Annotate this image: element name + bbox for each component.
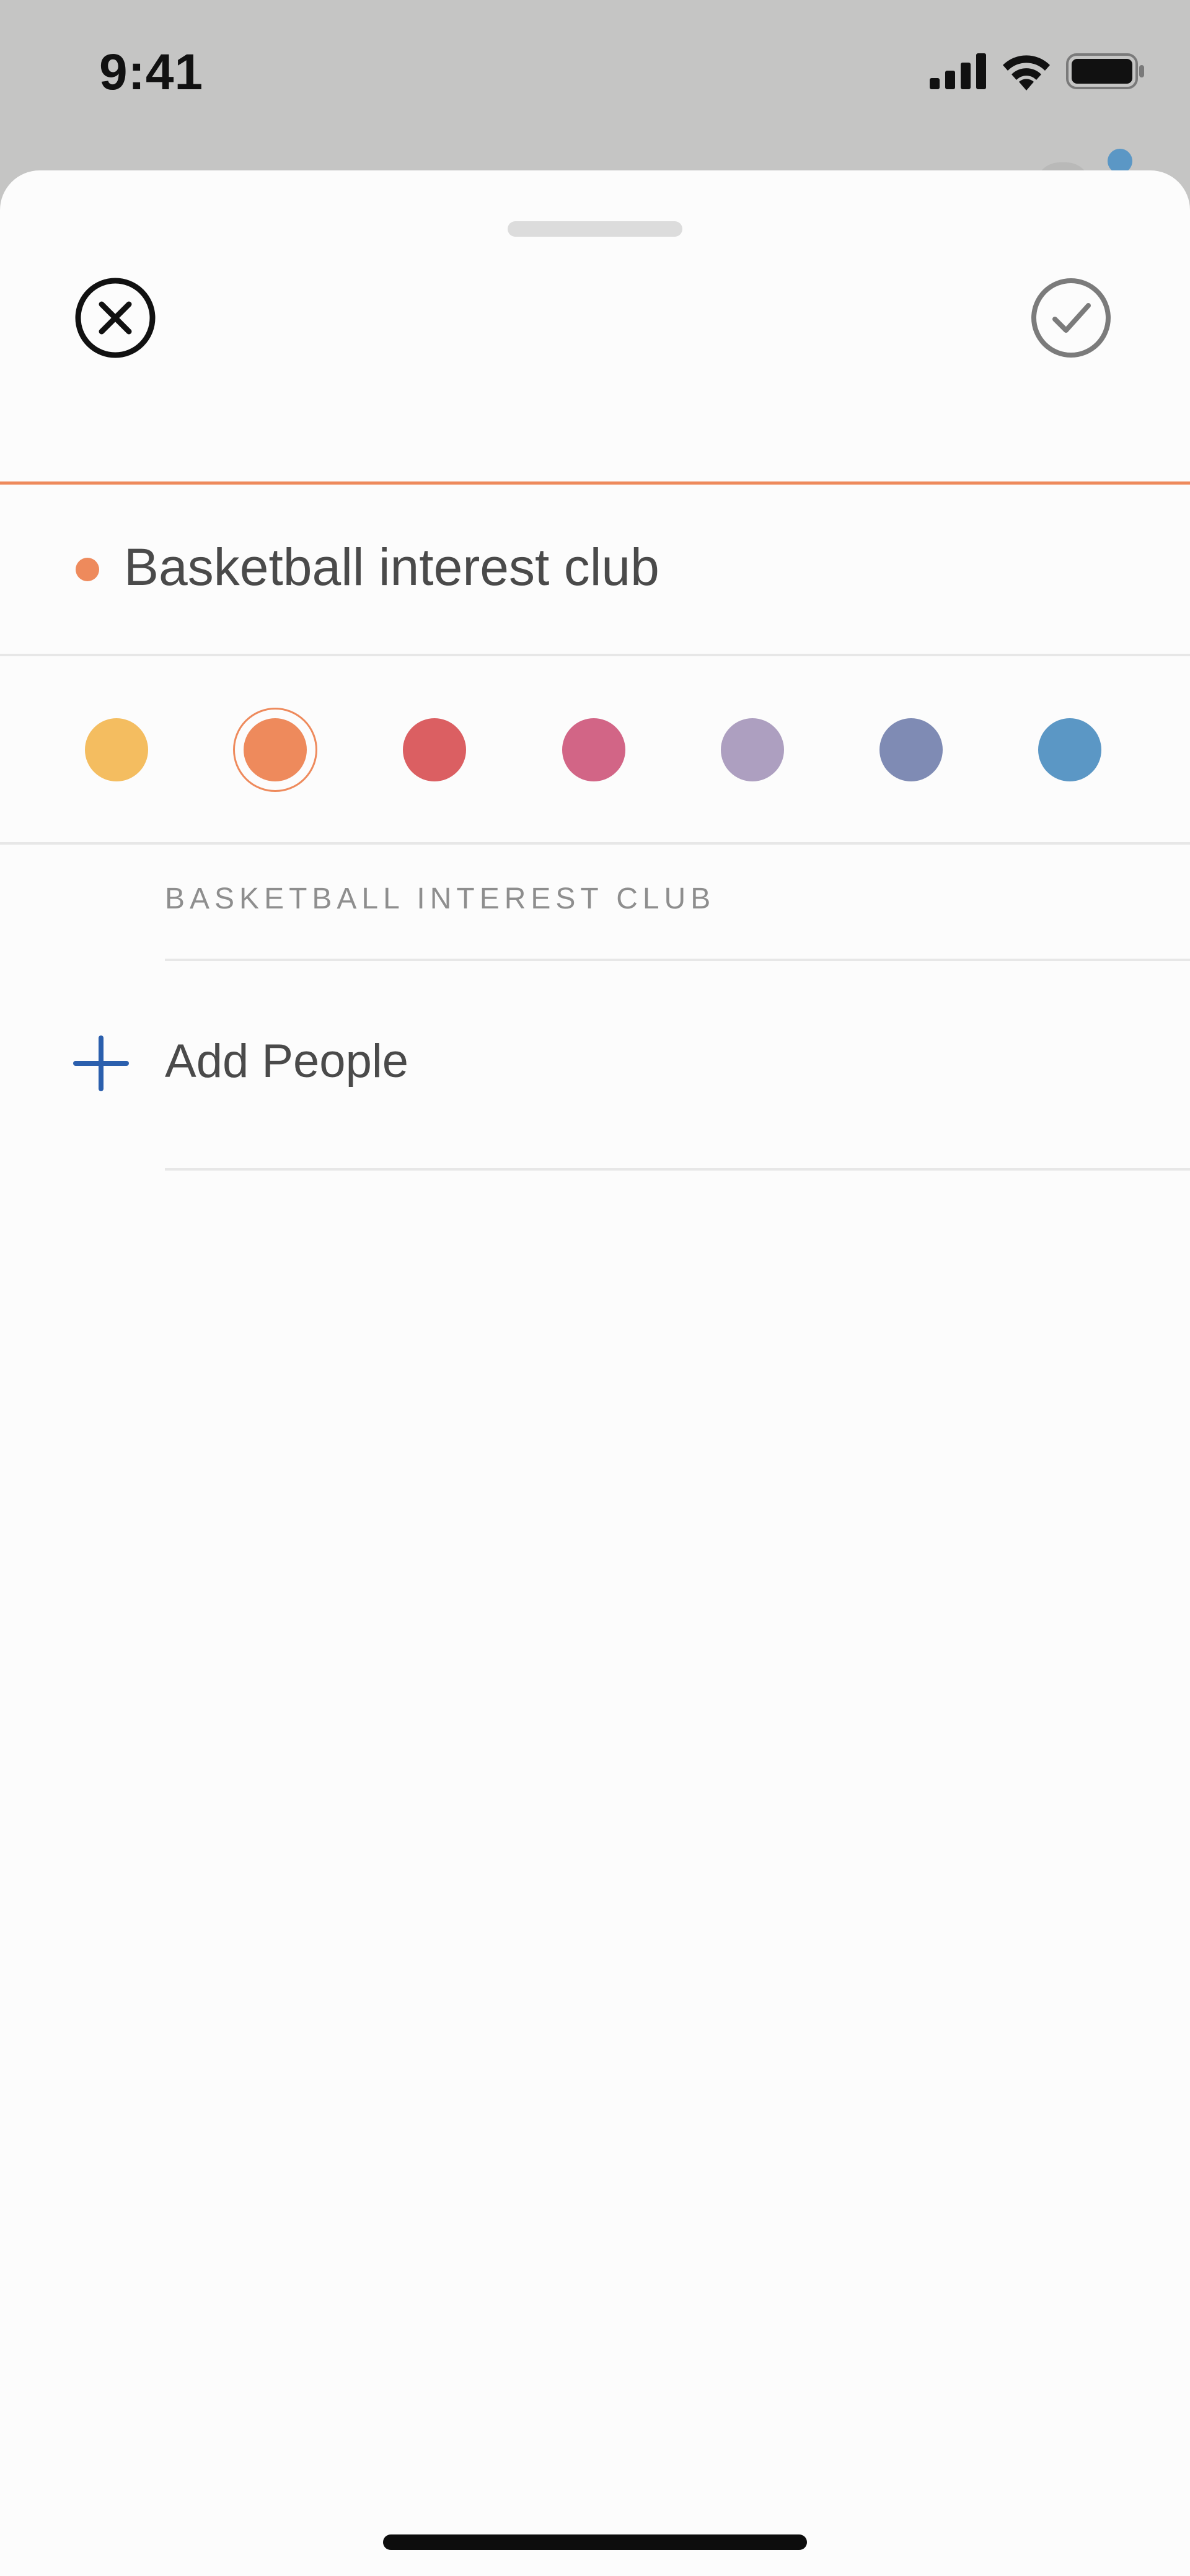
close-circle-icon [75,278,156,358]
done-button[interactable] [1029,276,1113,360]
sheet-grabber[interactable] [508,221,682,237]
battery-icon [1066,53,1144,89]
color-swatch-pink[interactable] [552,708,636,792]
color-swatch-slate-blue[interactable] [869,708,953,792]
status-bar: 9:41 [0,0,1190,167]
divider [0,842,1190,845]
color-swatch-yellow[interactable] [74,708,159,792]
swatch-fill [403,718,466,781]
color-swatch-orange[interactable] [233,708,317,792]
background-status-dot [1108,149,1132,174]
screen: 9:41 Basketball interest club BASKETBALL… [0,0,1190,2576]
swatch-fill [721,718,784,781]
color-swatch-blue[interactable] [1028,708,1112,792]
checkmark-circle-icon [1031,278,1111,358]
swatch-fill [244,718,307,781]
add-people-label: Add People [165,1035,408,1088]
plus-icon [73,1035,129,1091]
swatch-fill [1038,718,1101,781]
color-swatch-lavender[interactable] [710,708,795,792]
edit-group-sheet: BASKETBALL INTEREST CLUB Add People [0,170,1190,2576]
color-picker [0,656,1190,843]
color-swatch-red[interactable] [392,708,477,792]
status-time: 9:41 [99,44,204,100]
group-name-input[interactable] [124,533,1116,601]
cellular-signal-icon [930,53,986,89]
group-color-dot [76,558,99,581]
wifi-icon [1003,55,1050,90]
swatch-fill [562,718,625,781]
group-name-row [0,485,1190,654]
swatch-fill [879,718,943,781]
add-people-button[interactable]: Add People [0,961,1190,1169]
divider [165,1168,1190,1171]
swatch-fill [85,718,148,781]
section-header: BASKETBALL INTEREST CLUB [165,882,716,915]
home-indicator[interactable] [383,2534,807,2550]
close-button[interactable] [73,276,157,360]
